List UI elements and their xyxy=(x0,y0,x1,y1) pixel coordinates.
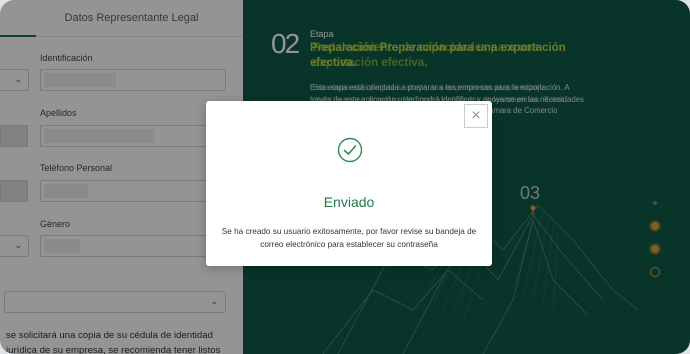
dialog-title: Enviado xyxy=(323,194,375,210)
success-dialog: × Enviado Se ha creado su usuario exitos… xyxy=(206,101,492,266)
dialog-message: Se ha creado su usuario exitosamente, po… xyxy=(221,227,477,249)
check-circle-icon xyxy=(337,137,363,163)
app-frame: Datos Representante Legal Identificación… xyxy=(0,0,690,354)
close-button[interactable]: × xyxy=(464,104,488,128)
